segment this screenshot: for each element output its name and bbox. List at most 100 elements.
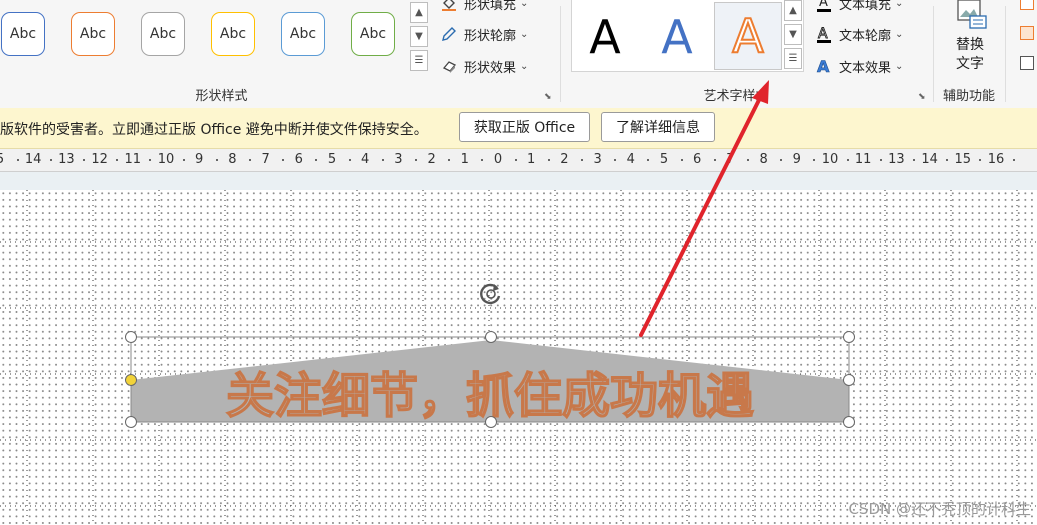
ruler-label: 10 <box>821 152 839 167</box>
ruler-tick <box>547 159 550 161</box>
gallery-more-button[interactable]: ☰ <box>410 50 428 71</box>
wordart-styles-label: 艺术字样式 <box>703 89 769 104</box>
rotate-handle-icon[interactable] <box>477 280 505 308</box>
ruler-label: 5 <box>327 152 337 167</box>
text-outline-menu[interactable]: A 文本轮廓 ⌄ <box>815 23 903 45</box>
ruler-label: 14 <box>921 152 938 167</box>
shape-style-swatch-4[interactable]: Abc <box>211 12 255 56</box>
resize-handle-bottom-center[interactable] <box>485 416 497 428</box>
ruler-label: 13 <box>58 152 75 167</box>
ruler-tick <box>315 159 318 161</box>
resize-handle-top-right[interactable] <box>843 331 855 343</box>
ruler-label: 14 <box>24 152 42 167</box>
ribbon: Abc Abc Abc Abc Abc Abc ▲ ▼ ☰ 形状填充 ⌄ 形状轮廓… <box>0 0 1037 109</box>
ruler-tick <box>879 159 882 161</box>
ruler-tick <box>913 159 915 161</box>
ruler-label: 3 <box>394 152 403 167</box>
ruler-label: 2 <box>560 152 569 167</box>
ruler-tick <box>448 159 451 161</box>
ruler-gap <box>0 172 1037 190</box>
text-fill-menu[interactable]: A 文本填充 ⌄ <box>815 0 903 14</box>
alt-text-label-line2: 文字 <box>956 56 984 72</box>
ruler-tick <box>713 159 716 161</box>
text-fill-icon: A <box>815 0 833 12</box>
gallery-more-button[interactable]: ☰ <box>784 48 802 69</box>
group-divider <box>1005 6 1006 102</box>
license-message-bar: 版软件的受害者。立即通过正版 Office 避免中断并使文件保持安全。 获取正版… <box>0 108 1037 149</box>
ruler-tick <box>780 159 783 161</box>
ruler-tick <box>49 159 52 161</box>
ruler-label: 11 <box>854 152 872 167</box>
shape-styles-label: 形状样式 <box>195 89 248 104</box>
ruler-tick <box>581 159 583 161</box>
alt-text-button[interactable]: 替换 文字 <box>944 0 996 78</box>
license-message-text: 版软件的受害者。立即通过正版 Office 避免中断并使文件保持安全。 <box>0 122 428 138</box>
ruler-tick <box>16 159 19 161</box>
ruler-label: 15 <box>954 152 972 167</box>
ruler-label: 0 <box>493 152 503 167</box>
learn-more-button[interactable]: 了解详细信息 <box>601 112 715 142</box>
ruler-label: 3 <box>593 152 602 167</box>
wordart-gallery-scroll: ▲ ▼ ☰ <box>784 0 802 69</box>
scroll-down-button[interactable]: ▼ <box>410 26 428 47</box>
alt-text-icon <box>954 0 988 30</box>
get-genuine-office-button[interactable]: 获取正版 Office <box>459 112 590 142</box>
horizontal-ruler[interactable]: 5141312111098765432101234567891011131415… <box>0 149 1037 172</box>
ruler-label: 4 <box>361 152 370 167</box>
scroll-up-button[interactable]: ▲ <box>784 0 802 21</box>
ruler-label: 1 <box>527 152 536 167</box>
wordart-gallery: A A A <box>571 0 804 72</box>
ruler-tick <box>614 159 617 161</box>
ruler-tick <box>846 159 849 161</box>
ruler-tick <box>249 159 251 161</box>
shape-fill-menu[interactable]: 形状填充 ⌄ <box>440 0 528 14</box>
dialog-launcher-icon[interactable]: ⬊ <box>544 92 554 102</box>
scroll-down-button[interactable]: ▼ <box>784 24 802 45</box>
shape-outline-menu[interactable]: 形状轮廓 ⌄ <box>440 23 528 45</box>
shape-effects-menu[interactable]: 形状效果 ⌄ <box>440 55 528 77</box>
shape-style-swatch-2[interactable]: Abc <box>71 12 115 56</box>
paint-bucket-icon <box>440 0 458 12</box>
ruler-tick <box>813 159 816 161</box>
shape-style-swatch-1[interactable]: Abc <box>1 12 45 56</box>
wordart-sample-black[interactable]: A <box>574 6 636 68</box>
watermark: CSDN @还不秃顶的计科生 <box>848 500 1031 518</box>
resize-handle-top-left[interactable] <box>125 331 137 343</box>
ruler-tick <box>415 159 417 161</box>
text-effects-menu[interactable]: A 文本效果 ⌄ <box>815 55 904 77</box>
shape-style-swatch-3[interactable]: Abc <box>141 12 185 56</box>
accessibility-label: 辅助功能 <box>942 89 995 104</box>
chevron-down-icon: ⌄ <box>895 28 904 40</box>
arrange-partial-icons[interactable] <box>1018 0 1037 80</box>
chevron-down-icon: ⌄ <box>520 60 529 72</box>
dialog-launcher-icon[interactable]: ⬊ <box>918 92 928 102</box>
ruler-label: 4 <box>626 152 635 167</box>
ruler-tick <box>1012 159 1015 161</box>
ruler-label: 10 <box>157 152 175 167</box>
resize-handle-bottom-left[interactable] <box>125 416 137 428</box>
shape-style-swatch-5[interactable]: Abc <box>281 12 325 56</box>
shape-effects-icon <box>440 57 458 75</box>
text-effects-icon: A <box>815 57 833 75</box>
ruler-label: 7 <box>726 152 735 167</box>
chevron-down-icon: ⌄ <box>895 0 904 9</box>
chevron-down-icon: ⌄ <box>520 28 529 40</box>
resize-handle-bottom-right[interactable] <box>843 416 855 428</box>
alt-text-label-line1: 替换 <box>956 37 984 53</box>
wordart-sample-orange[interactable]: A <box>714 2 782 70</box>
resize-handle-top-center[interactable] <box>485 331 497 343</box>
bring-forward-icon <box>1020 0 1034 10</box>
shape-style-swatch-6[interactable]: Abc <box>351 12 395 56</box>
ruler-tick <box>83 159 85 161</box>
slide-canvas[interactable]: 关注细节，抓住成功机遇 CSDN @还不秃顶的计科生 <box>0 190 1037 525</box>
wordart-sample-blue[interactable]: A <box>646 6 708 68</box>
selection-pane-icon <box>1020 56 1034 70</box>
ruler-tick <box>215 159 218 161</box>
ruler-tick <box>514 159 517 161</box>
scroll-up-button[interactable]: ▲ <box>410 2 428 23</box>
resize-handle-middle-right[interactable] <box>843 374 855 386</box>
send-backward-icon <box>1020 26 1034 40</box>
svg-text:A: A <box>818 26 828 42</box>
adjustment-handle[interactable] <box>125 374 137 386</box>
accessibility-group: 替换 文字 辅助功能 <box>934 0 1004 108</box>
